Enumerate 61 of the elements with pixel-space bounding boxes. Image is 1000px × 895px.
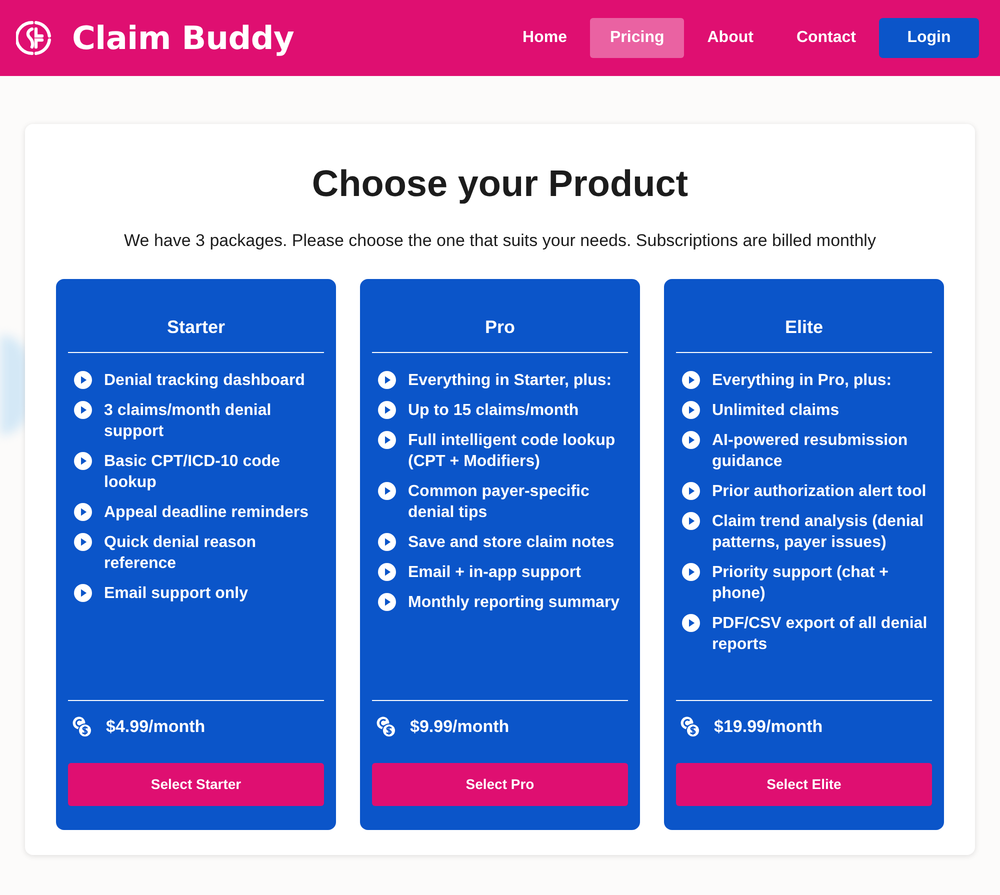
feature-text: Email support only: [104, 584, 248, 604]
play-circle-icon: [682, 371, 700, 389]
play-circle-icon: [682, 563, 700, 581]
nav-link[interactable]: Pricing: [590, 18, 684, 58]
feature-text: Quick denial reason reference: [104, 533, 258, 574]
feature-text: Common payer-specific denial tips: [408, 482, 590, 523]
play-circle-icon: [682, 614, 700, 632]
feature-text: PDF/CSV export of all denial reports: [712, 614, 928, 655]
feature-text: Denial tracking dashboard: [104, 371, 305, 391]
nav-link[interactable]: About: [687, 18, 774, 58]
feature-text: Basic CPT/ICD-10 code lookup: [104, 452, 282, 493]
page-title: Choose your Product: [310, 162, 690, 206]
coins-icon: [72, 716, 92, 738]
plan-price: $9.99/month: [410, 716, 510, 738]
play-circle-icon: [378, 371, 396, 389]
feature-text: Save and store claim notes: [408, 533, 614, 553]
feature-text: AI-powered resubmission guidance: [712, 431, 909, 472]
nav-link[interactable]: Contact: [776, 18, 876, 58]
play-circle-icon: [74, 503, 92, 521]
play-circle-icon: [74, 584, 92, 602]
play-circle-icon: [378, 533, 396, 551]
feature-text: Everything in Starter, plus:: [408, 371, 612, 391]
select-plan-button[interactable]: Select Elite: [676, 763, 932, 806]
play-circle-icon: [378, 401, 396, 419]
plan-price: $19.99/month: [714, 716, 823, 738]
plan-name: Pro: [484, 316, 516, 339]
feature-text: Everything in Pro, plus:: [712, 371, 892, 391]
page-subtitle: We have 3 packages. Please choose the one that suits your needs. Subscriptions are billed monthly: [123, 230, 877, 252]
play-circle-icon: [74, 401, 92, 419]
plan-name: Starter: [166, 316, 226, 339]
feature-text: Up to 15 claims/month: [408, 401, 579, 421]
play-circle-icon: [74, 371, 92, 389]
feature-text: Full intelligent code lookup (CPT + Modifiers): [408, 431, 616, 472]
feature-text: Priority support (chat + phone): [712, 563, 890, 604]
plan-name: Elite: [784, 316, 824, 339]
circle-logo-icon: [16, 20, 52, 56]
play-circle-icon: [74, 452, 92, 470]
play-circle-icon: [74, 533, 92, 551]
play-circle-icon: [682, 401, 700, 419]
feature-text: 3 claims/month denial support: [104, 401, 272, 442]
feature-text: Claim trend analysis (denial patterns, payer issues): [712, 512, 925, 553]
feature-text: Monthly reporting summary: [408, 593, 620, 613]
login-button[interactable]: Login: [879, 18, 979, 58]
select-plan-button[interactable]: Select Starter: [68, 763, 324, 806]
play-circle-icon: [682, 431, 700, 449]
coins-icon: [680, 716, 700, 738]
feature-text: Unlimited claims: [712, 401, 840, 421]
coins-icon: [376, 716, 396, 738]
feature-text: Email + in-app support: [408, 563, 581, 583]
nav-link[interactable]: Home: [502, 18, 587, 58]
play-circle-icon: [378, 482, 396, 500]
feature-text: Prior authorization alert tool: [712, 482, 926, 502]
brand-name[interactable]: Claim Buddy: [72, 22, 294, 54]
plan-price: $4.99/month: [106, 716, 206, 738]
play-circle-icon: [682, 482, 700, 500]
feature-text: Appeal deadline reminders: [104, 503, 309, 523]
play-circle-icon: [682, 512, 700, 530]
select-plan-button[interactable]: Select Pro: [372, 763, 628, 806]
play-circle-icon: [378, 593, 396, 611]
play-circle-icon: [378, 431, 396, 449]
play-circle-icon: [378, 563, 396, 581]
